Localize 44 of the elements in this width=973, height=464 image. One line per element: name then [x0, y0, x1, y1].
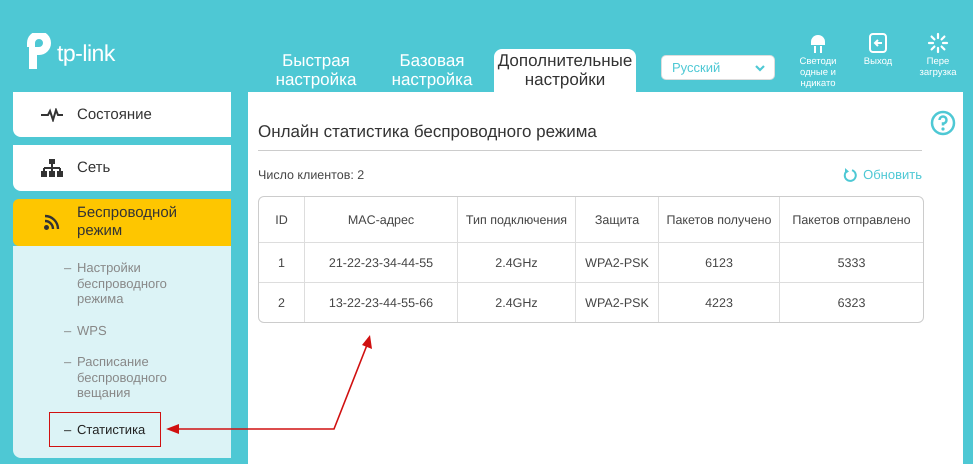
column-header: Защита — [576, 197, 659, 242]
submenu-item[interactable]: – Расписание беспроводного вещания — [64, 352, 214, 403]
table-cell: 4223 — [659, 282, 780, 322]
language-select[interactable]: Русский — [661, 55, 775, 80]
logo-text: tp-link — [57, 40, 115, 66]
column-header: ID — [259, 197, 305, 242]
table-cell: 21-22-23-34-44-55 — [305, 242, 458, 282]
column-header: MAC-адрес — [305, 197, 458, 242]
table-cell: 2 — [259, 282, 305, 322]
table-cell: 1 — [259, 242, 305, 282]
chevron-icon — [754, 64, 766, 72]
clients-count: Число клиентов: 2 — [258, 168, 364, 182]
reboot-icon[interactable] — [927, 32, 949, 54]
action-label[interactable]: Светоди одные и ндикато — [800, 56, 836, 89]
nav-tab[interactable]: Дополнительные настройки — [494, 49, 636, 92]
action-label[interactable]: Пере загрузка — [919, 56, 957, 78]
submenu-item[interactable]: – Настройки беспроводного режима — [64, 258, 214, 309]
table-cell: WPA2-PSK — [576, 282, 659, 322]
pulse-icon — [41, 108, 63, 122]
table-cell: 6323 — [780, 282, 923, 322]
table-cell: 2.4GHz — [458, 242, 576, 282]
sidebar-item[interactable]: Сеть — [13, 145, 231, 191]
sidebar-item[interactable]: Состояние — [13, 92, 231, 138]
table-cell: WPA2-PSK — [576, 242, 659, 282]
nav-tab[interactable]: Быстрая настройка — [262, 49, 370, 92]
network-icon — [41, 159, 63, 178]
column-header: Пакетов отправлено — [791, 212, 912, 229]
refresh-link[interactable]: Обновить — [843, 167, 922, 182]
action-label[interactable]: Выход — [864, 56, 892, 67]
column-header: Пакетов получено — [659, 197, 780, 242]
panel-title: Онлайн статистика беспроводного режима — [258, 122, 922, 151]
help-icon[interactable] — [930, 110, 956, 136]
table-cell: 2.4GHz — [458, 282, 576, 322]
submenu-item[interactable]: – WPS — [64, 320, 214, 340]
column-header: Тип подключения — [458, 197, 576, 242]
nav-tab[interactable]: Базовая настройка — [378, 49, 486, 92]
refresh-icon[interactable] — [843, 167, 858, 182]
submenu-item[interactable]: – Статистика — [50, 412, 160, 446]
table-cell: 13-22-23-44-55-66 — [305, 282, 458, 322]
logout-icon[interactable] — [868, 32, 888, 54]
bulb-icon[interactable] — [808, 32, 828, 54]
table-cell: 5333 — [780, 242, 923, 282]
sidebar-item[interactable]: Беспроводной режим — [13, 198, 231, 246]
table-cell: 6123 — [659, 242, 780, 282]
